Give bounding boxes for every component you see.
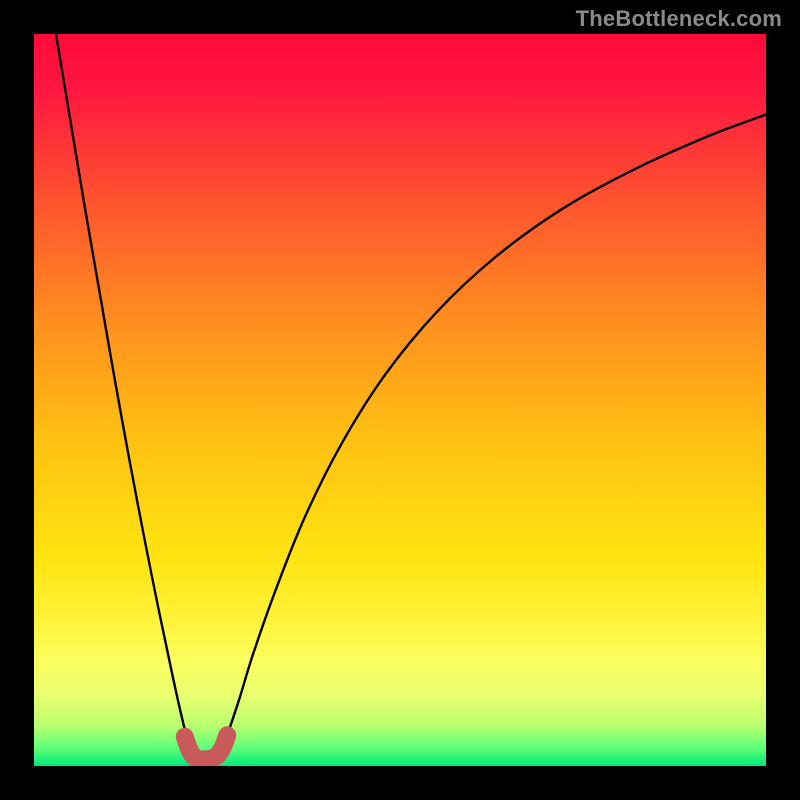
watermark-text: TheBottleneck.com <box>576 6 782 32</box>
plot-area <box>34 34 766 766</box>
trough-marker <box>185 735 227 759</box>
curve-right-branch <box>218 115 766 758</box>
curve-left-branch <box>56 34 194 757</box>
curve-layer <box>34 34 766 766</box>
chart-frame: TheBottleneck.com <box>0 0 800 800</box>
